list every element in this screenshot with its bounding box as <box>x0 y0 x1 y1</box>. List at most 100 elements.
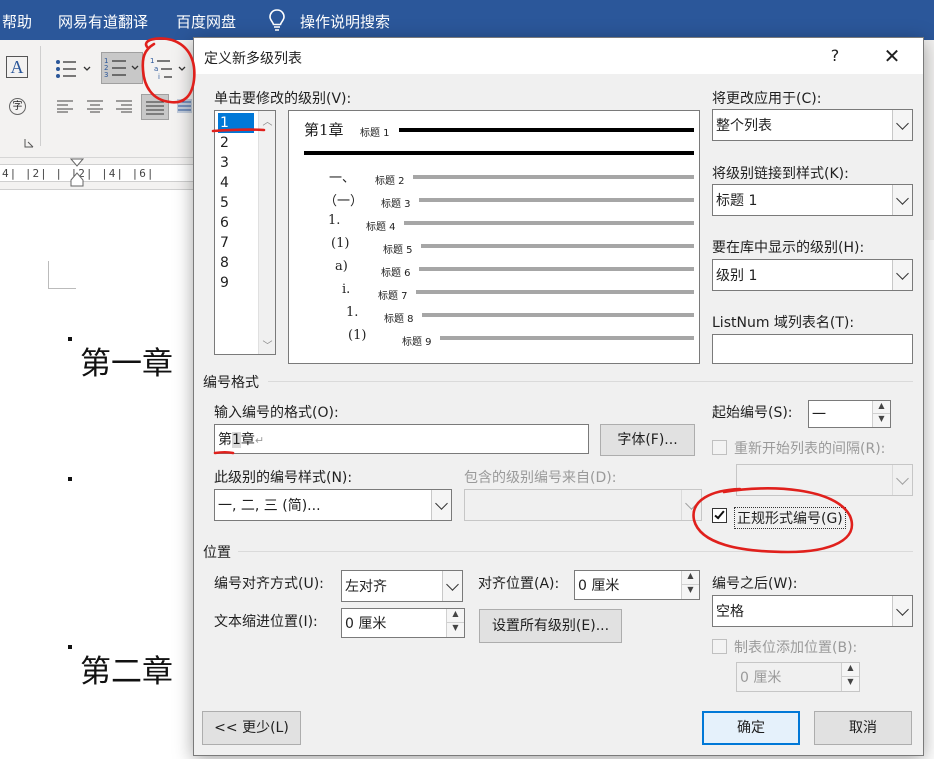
chevron-down-icon[interactable] <box>892 596 912 626</box>
lightbulb-icon <box>269 9 285 31</box>
menu-youdao-translate[interactable]: 网易有道翻译 <box>58 11 148 32</box>
level-item[interactable]: 6 <box>218 213 254 233</box>
spin-down-icon[interactable]: ▼ <box>447 623 464 637</box>
dialog-launcher-icon[interactable] <box>24 138 34 148</box>
preview-number: i. <box>342 282 351 297</box>
horizontal-ruler[interactable]: 4| |2| | |2| |4| |6| <box>0 158 200 190</box>
define-multilevel-list-dialog: 定义新多级列表 ? ✕ 单击要修改的级别(V): 1 2 3 4 5 6 7 8… <box>193 37 924 756</box>
spin-up-icon[interactable]: ▲ <box>873 401 890 414</box>
phonetic-guide-icon[interactable]: 字 <box>9 98 26 115</box>
align-at-input[interactable]: 0 厘米 ▲ ▼ <box>574 570 700 600</box>
align-select[interactable]: 左对齐 <box>341 570 463 602</box>
number-style-select[interactable]: 一, 二, 三 (简)... <box>214 489 452 521</box>
level-item[interactable]: 4 <box>218 173 254 193</box>
spin-down-icon[interactable]: ▼ <box>842 677 859 691</box>
svg-text:1: 1 <box>150 57 154 65</box>
apply-to-select[interactable]: 整个列表 <box>712 109 913 141</box>
spin-up-icon[interactable]: ▲ <box>682 571 699 585</box>
spin-down-icon[interactable]: ▼ <box>682 585 699 599</box>
legal-style-checkbox[interactable] <box>712 508 727 523</box>
link-style-label: 将级别链接到样式(K): <box>712 166 849 182</box>
align-center-icon[interactable] <box>86 99 104 113</box>
start-at-spinner[interactable]: ▲ ▼ <box>872 401 890 427</box>
preview-number: a) <box>335 259 348 274</box>
bullet-list-icon[interactable] <box>54 58 94 80</box>
tab-stop-spinner[interactable]: ▲ ▼ <box>841 663 859 691</box>
preview-number: (1) <box>348 328 367 343</box>
level-item[interactable]: 5 <box>218 193 254 213</box>
less-button[interactable]: << 更少(L) <box>202 711 301 745</box>
chevron-down-icon[interactable] <box>892 465 912 495</box>
level-label: 单击要修改的级别(V): <box>214 91 352 107</box>
scroll-down-icon[interactable]: ﹀ <box>259 337 276 352</box>
align-value: 左对齐 <box>345 579 387 595</box>
indent-spinner[interactable]: ▲ ▼ <box>446 609 464 637</box>
menu-help[interactable]: 帮助 <box>2 11 32 32</box>
include-level-select[interactable] <box>464 489 702 521</box>
section-divider <box>268 381 913 382</box>
justify-icon <box>146 101 164 115</box>
spin-down-icon[interactable]: ▼ <box>873 414 890 427</box>
svg-text:a: a <box>154 65 158 73</box>
multilevel-list-icon[interactable]: 1 a i <box>150 56 192 82</box>
indent-input[interactable]: 0 厘米 ▲ ▼ <box>341 608 465 638</box>
restart-list-select[interactable] <box>736 464 913 496</box>
heading-chapter-1: 第一章 <box>80 346 173 382</box>
preview-heading-label: 标题 6 <box>381 268 411 279</box>
align-right-icon[interactable] <box>115 99 133 113</box>
preview-heading-label: 标题 7 <box>378 291 408 302</box>
preview-line <box>422 313 694 317</box>
gallery-level-select[interactable]: 级别 1 <box>712 259 913 291</box>
level-item[interactable]: 9 <box>218 273 254 293</box>
chevron-down-icon[interactable] <box>442 571 462 601</box>
level-listbox[interactable]: 1 2 3 4 5 6 7 8 9 ︿ ﹀ <box>214 110 276 355</box>
level-item[interactable]: 8 <box>218 253 254 273</box>
align-at-spinner[interactable]: ▲ ▼ <box>681 571 699 599</box>
preview-heading-label: 标题 5 <box>383 245 413 256</box>
listnum-input[interactable] <box>712 334 913 364</box>
justify-button[interactable] <box>141 94 169 120</box>
font-button[interactable]: 字体(F)... <box>600 424 695 456</box>
tab-stop-input[interactable]: 0 厘米 ▲ ▼ <box>736 662 860 692</box>
legal-style-label[interactable]: 正规形式编号(G) <box>734 507 846 529</box>
close-icon[interactable]: ✕ <box>874 42 910 70</box>
chevron-down-icon[interactable] <box>892 185 912 215</box>
follow-number-select[interactable]: 空格 <box>712 595 913 627</box>
start-at-input[interactable]: 一 ▲ ▼ <box>808 400 891 428</box>
set-all-levels-button[interactable]: 设置所有级别(E)... <box>479 609 622 643</box>
preview-level1-number: 第1章 <box>304 121 344 139</box>
preview-line <box>421 244 694 248</box>
help-button[interactable]: ? <box>820 44 850 68</box>
chevron-down-icon[interactable] <box>681 490 701 520</box>
chevron-down-icon[interactable] <box>892 260 912 290</box>
distributed-align-icon[interactable] <box>176 98 193 114</box>
cancel-button[interactable]: 取消 <box>814 711 912 745</box>
chevron-down-icon[interactable] <box>431 490 451 520</box>
level-item[interactable]: 7 <box>218 233 254 253</box>
level-item[interactable]: 2 <box>218 133 254 153</box>
tell-me-search[interactable]: 操作说明搜索 <box>300 11 390 32</box>
format-prefix: 第 <box>218 432 232 448</box>
tab-stop-checkbox[interactable] <box>712 639 727 654</box>
format-input-label: 输入编号的格式(O): <box>214 405 339 421</box>
restart-list-label: 重新开始列表的间隔(R): <box>734 441 886 457</box>
level-scrollbar[interactable]: ︿ ﹀ <box>258 111 275 354</box>
align-left-icon[interactable] <box>56 99 74 113</box>
spin-up-icon[interactable]: ▲ <box>447 609 464 623</box>
link-style-select[interactable]: 标题 1 <box>712 184 913 216</box>
scroll-up-icon[interactable]: ︿ <box>259 113 276 128</box>
number-format-input[interactable]: 第1章↵ <box>214 424 589 454</box>
text-effects-icon[interactable]: A <box>6 56 28 78</box>
chevron-down-icon[interactable] <box>892 110 912 140</box>
level-item[interactable]: 1 <box>218 113 254 133</box>
spin-up-icon[interactable]: ▲ <box>842 663 859 677</box>
menu-baidu-netdisk[interactable]: 百度网盘 <box>176 11 236 32</box>
word-menu-bar: 帮助 网易有道翻译 百度网盘 操作说明搜索 <box>0 0 934 40</box>
gallery-level-value: 级别 1 <box>716 268 758 284</box>
indent-marker-icon[interactable] <box>70 158 84 188</box>
level-item[interactable]: 3 <box>218 153 254 173</box>
ok-button[interactable]: 确定 <box>702 711 800 745</box>
section-divider <box>238 551 913 552</box>
restart-list-checkbox[interactable] <box>712 440 727 455</box>
preview-line <box>413 175 694 179</box>
